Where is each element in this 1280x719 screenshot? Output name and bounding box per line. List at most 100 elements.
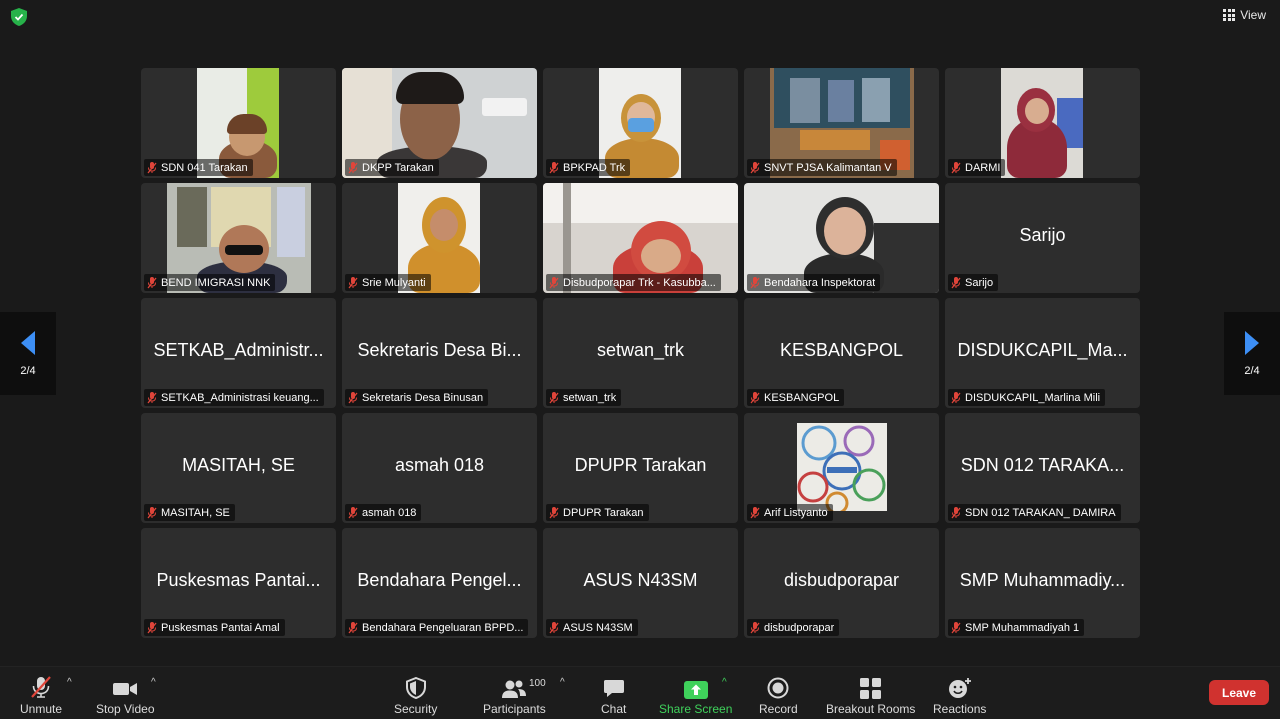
microphone-muted-icon: [951, 506, 961, 518]
participants-count: 100: [529, 678, 546, 689]
participant-display-name: DISDUKCAPIL_Ma...: [957, 340, 1128, 360]
reactions-button[interactable]: Reactions: [933, 673, 986, 716]
chat-bubble-icon: [603, 680, 624, 697]
participant-tile[interactable]: SDN 041 Tarakan: [141, 68, 336, 178]
microphone-muted-icon: [348, 506, 358, 518]
participant-tile[interactable]: SMP Muhammadiy... SMP Muhammadiyah 1: [945, 528, 1140, 638]
microphone-muted-icon: [549, 391, 559, 403]
participant-name-bar: setwan_trk: [546, 389, 622, 406]
participant-name-bar: BEND IMIGRASI NNK: [144, 274, 276, 291]
microphone-muted-icon: [951, 621, 961, 633]
profile-picture: [797, 423, 887, 511]
participant-name-bar: Srie Mulyanti: [345, 274, 431, 291]
participant-tile[interactable]: setwan_trk setwan_trk: [543, 298, 738, 408]
participant-tile[interactable]: DKPP Tarakan: [342, 68, 537, 178]
microphone-muted-icon: [951, 391, 961, 403]
grid-view-icon: [1223, 9, 1236, 21]
participant-display-name: Puskesmas Pantai...: [156, 570, 321, 590]
microphone-muted-icon: [549, 506, 559, 518]
video-camera-icon: [113, 683, 138, 695]
participant-tile[interactable]: Bendahara Inspektorat: [744, 183, 939, 293]
participant-name-bar: Bendahara Inspektorat: [747, 274, 881, 291]
participant-tile[interactable]: Sekretaris Desa Bi... Sekretaris Desa Bi…: [342, 298, 537, 408]
emoji-reaction-icon: [948, 678, 971, 698]
participant-display-name: SDN 012 TARAKA...: [960, 455, 1125, 475]
video-options-caret[interactable]: ^: [151, 677, 156, 688]
participant-tile[interactable]: BPKPAD Trk: [543, 68, 738, 178]
encryption-shield-icon[interactable]: [11, 8, 27, 26]
participant-tile[interactable]: SETKAB_Administr... SETKAB_Administrasi …: [141, 298, 336, 408]
participant-name-bar: Arif Listyanto: [747, 504, 833, 521]
participant-tile[interactable]: SNVT PJSA Kalimantan V: [744, 68, 939, 178]
participant-name-bar: SDN 012 TARAKAN_ DAMIRA: [948, 504, 1121, 521]
participant-display-name: SMP Muhammadiy...: [959, 570, 1126, 590]
unmute-button[interactable]: Unmute: [20, 673, 62, 716]
view-label: View: [1240, 8, 1266, 22]
record-button[interactable]: Record: [759, 673, 798, 716]
audio-options-caret[interactable]: ^: [67, 677, 72, 688]
breakout-rooms-button[interactable]: Breakout Rooms: [826, 673, 915, 716]
participant-name-bar: ASUS N43SM: [546, 619, 638, 636]
participant-name-bar: DARMI: [948, 159, 1006, 176]
microphone-muted-icon: [750, 621, 760, 633]
participant-display-name: DPUPR Tarakan: [574, 455, 707, 475]
microphone-muted-icon: [348, 276, 358, 288]
previous-page-button[interactable]: 2/4: [0, 312, 56, 395]
participant-name-bar: SMP Muhammadiyah 1: [948, 619, 1085, 636]
participant-tile[interactable]: ASUS N43SM ASUS N43SM: [543, 528, 738, 638]
participant-tile[interactable]: Disbudporapar Trk - Kasubba...: [543, 183, 738, 293]
participant-tile[interactable]: BEND IMIGRASI NNK: [141, 183, 336, 293]
security-button[interactable]: Security: [394, 673, 437, 716]
participant-tile[interactable]: SDN 012 TARAKA... SDN 012 TARAKAN_ DAMIR…: [945, 413, 1140, 523]
participant-tile[interactable]: MASITAH, SE MASITAH, SE: [141, 413, 336, 523]
participant-tile[interactable]: DISDUKCAPIL_Ma... DISDUKCAPIL_Marlina Mi…: [945, 298, 1140, 408]
chat-button[interactable]: Chat: [601, 673, 626, 716]
microphone-muted-icon: [147, 621, 157, 633]
participant-tile[interactable]: DPUPR Tarakan DPUPR Tarakan: [543, 413, 738, 523]
participant-name-bar: SETKAB_Administrasi keuang...: [144, 389, 324, 406]
participant-tile[interactable]: Arif Listyanto: [744, 413, 939, 523]
participant-display-name: SETKAB_Administr...: [153, 340, 324, 360]
page-indicator-left: 2/4: [20, 364, 36, 377]
participant-display-name: ASUS N43SM: [583, 570, 698, 590]
microphone-muted-icon: [147, 276, 157, 288]
view-button[interactable]: View: [1223, 8, 1266, 22]
participant-tile[interactable]: disbudporapar disbudporapar: [744, 528, 939, 638]
breakout-rooms-icon: [860, 678, 882, 699]
participant-tile[interactable]: Bendahara Pengel... Bendahara Pengeluara…: [342, 528, 537, 638]
participants-options-caret[interactable]: ^: [560, 677, 565, 688]
microphone-muted-icon: [348, 621, 358, 633]
participant-name-bar: SDN 041 Tarakan: [144, 159, 253, 176]
record-icon: [767, 677, 789, 699]
microphone-muted-icon: [750, 391, 760, 403]
microphone-muted-icon: [147, 391, 157, 403]
stop-video-button[interactable]: Stop Video: [96, 673, 155, 716]
participant-tile[interactable]: Sarijo Sarijo: [945, 183, 1140, 293]
participants-icon: [502, 680, 527, 698]
microphone-muted-icon: [750, 506, 760, 518]
participant-display-name: Bendahara Pengel...: [357, 570, 522, 590]
microphone-muted-icon: [951, 276, 961, 288]
microphone-muted-icon: [147, 161, 157, 173]
participant-tile[interactable]: DARMI: [945, 68, 1140, 178]
participant-tile[interactable]: Srie Mulyanti: [342, 183, 537, 293]
microphone-muted-icon: [147, 506, 157, 518]
participant-name-bar: SNVT PJSA Kalimantan V: [747, 159, 897, 176]
participant-tile[interactable]: asmah 018 asmah 018: [342, 413, 537, 523]
arrow-left-icon: [21, 330, 35, 355]
participant-name-bar: DKPP Tarakan: [345, 159, 439, 176]
microphone-muted-icon: [549, 621, 559, 633]
participant-name-bar: MASITAH, SE: [144, 504, 235, 521]
participant-tile[interactable]: Puskesmas Pantai... Puskesmas Pantai Ama…: [141, 528, 336, 638]
next-page-button[interactable]: 2/4: [1224, 312, 1280, 395]
participant-tile[interactable]: KESBANGPOL KESBANGPOL: [744, 298, 939, 408]
leave-button[interactable]: Leave: [1209, 680, 1269, 705]
shield-icon: [405, 677, 426, 699]
participant-name-bar: DISDUKCAPIL_Marlina Mili: [948, 389, 1106, 406]
arrow-right-icon: [1245, 330, 1259, 355]
participant-name-bar: disbudporapar: [747, 619, 840, 636]
share-options-caret[interactable]: ^: [722, 677, 727, 688]
participant-display-name: KESBANGPOL: [779, 340, 904, 360]
microphone-muted-icon: [750, 276, 760, 288]
share-screen-icon: [683, 681, 708, 699]
